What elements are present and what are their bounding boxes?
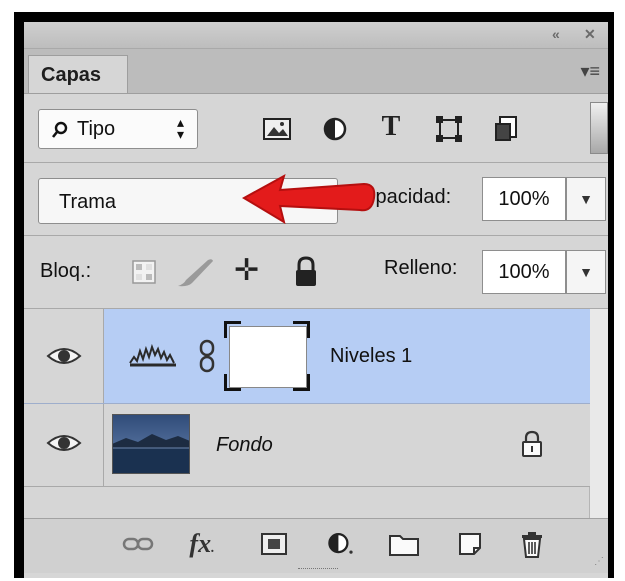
close-icon[interactable]: ✕: [584, 26, 596, 43]
layers-scrollbar[interactable]: [589, 309, 608, 518]
filter-toggle-switch[interactable]: [590, 102, 608, 154]
eye-icon[interactable]: [46, 432, 82, 454]
search-icon: [51, 121, 68, 138]
trash-icon[interactable]: [514, 529, 550, 559]
lock-label: Bloq.:: [40, 260, 92, 282]
lock-position-icon[interactable]: ✛: [234, 254, 259, 288]
panel-resize-handle[interactable]: [298, 568, 338, 573]
layer-mask-icon[interactable]: [256, 529, 292, 559]
layer-name: Fondo: [216, 434, 273, 456]
tab-capas[interactable]: Capas: [28, 55, 128, 93]
annotation-arrow-icon: [241, 173, 376, 225]
opacity-input[interactable]: 100%: [482, 177, 566, 221]
eye-icon[interactable]: [46, 345, 82, 367]
smart-object-filter-icon[interactable]: [490, 114, 524, 144]
lock-all-icon[interactable]: [292, 256, 320, 288]
levels-histogram-icon: [129, 343, 176, 367]
panel-tab-row: Capas ▾≡: [24, 49, 608, 94]
new-group-icon[interactable]: [386, 529, 422, 559]
layer-name: Niveles 1: [330, 345, 413, 367]
new-layer-icon[interactable]: [452, 529, 488, 559]
resize-grip-icon[interactable]: ⋰: [594, 556, 604, 567]
tab-label: Capas: [41, 64, 102, 86]
link-layers-icon[interactable]: [120, 529, 156, 559]
layer-mask-thumbnail[interactable]: [224, 321, 310, 391]
filter-row: Tipo ▴ ▾ T: [24, 94, 608, 163]
adjustment-filter-icon[interactable]: [318, 114, 352, 144]
fill-dropdown-icon[interactable]: ▼: [566, 250, 606, 294]
lock-transparent-icon[interactable]: [132, 260, 156, 284]
layers-footer-toolbar: fx. ⋰: [24, 518, 608, 573]
fx-label: fx: [189, 529, 212, 558]
new-adjustment-icon[interactable]: [324, 529, 360, 559]
fill-input[interactable]: 100%: [482, 250, 566, 294]
layers-list: Niveles 1 Fondo: [24, 309, 608, 518]
panel-titlebar: « ✕: [24, 22, 608, 49]
lock-image-icon[interactable]: [174, 256, 218, 288]
image-filter-icon[interactable]: [260, 114, 294, 144]
kind-filter-value: Tipo: [77, 118, 116, 140]
layers-panel: « ✕ Capas ▾≡ Tipo ▴ ▾ T Trama Opacidad: …: [24, 22, 608, 578]
layer-lock-icon: [522, 430, 542, 457]
blend-mode-value: Trama: [59, 191, 117, 213]
kind-filter-select[interactable]: Tipo ▴ ▾: [38, 109, 198, 149]
layer-row-fondo[interactable]: Fondo: [24, 404, 590, 487]
fx-icon[interactable]: fx.: [184, 529, 220, 564]
opacity-dropdown-icon[interactable]: ▼: [566, 177, 606, 221]
layer-row-niveles[interactable]: Niveles 1: [24, 309, 590, 404]
shape-filter-icon[interactable]: [432, 114, 466, 144]
visibility-divider: [103, 404, 104, 486]
collapse-icon[interactable]: «: [552, 26, 560, 42]
layer-thumbnail[interactable]: [112, 414, 190, 474]
panel-menu-icon[interactable]: ▾≡: [580, 61, 600, 82]
up-down-stepper-icon: ▴ ▾: [177, 114, 185, 142]
fill-label: Relleno:: [384, 257, 458, 279]
mask-link-icon[interactable]: [198, 339, 216, 373]
lock-row: Bloq.: ✛ Relleno: 100% ▼: [24, 236, 608, 309]
type-filter-icon[interactable]: T: [374, 112, 408, 142]
